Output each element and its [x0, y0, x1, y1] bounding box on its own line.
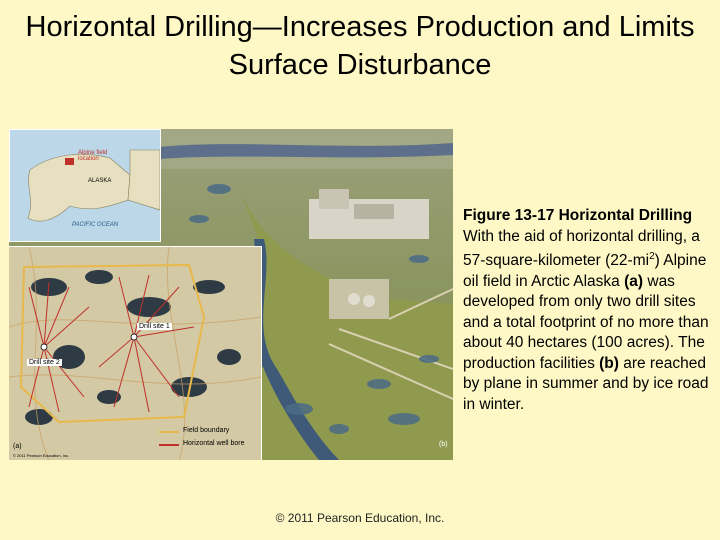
- alpine-field-map: Drill site 2 Drill site 1 Field boundary…: [9, 246, 262, 460]
- legend-field-boundary: Field boundary: [183, 427, 230, 434]
- caption-ref-b: (b): [599, 354, 619, 372]
- figure-13-17: Alpine field location ALASKA PACIFIC OCE…: [9, 129, 453, 460]
- caption-title: Figure 13-17 Horizontal Drilling: [463, 207, 693, 224]
- locator-map-inset: Alpine field location ALASKA PACIFIC OCE…: [9, 129, 161, 242]
- drill-site-1-label: Drill site 1: [137, 323, 172, 330]
- drill-site-2-label: Drill site 2: [27, 359, 62, 366]
- panel-b-label: (b): [439, 441, 448, 448]
- legend-horizontal-well-bore: Horizontal well bore: [183, 440, 245, 447]
- copyright-notice: © 2011 Pearson Education, Inc.: [275, 511, 445, 525]
- alaska-label: ALASKA: [88, 178, 112, 184]
- alpine-field-location-label: Alpine field location: [78, 150, 108, 162]
- slide-title: Horizontal Drilling—Increases Production…: [25, 11, 695, 81]
- map-credit: © 2011 Pearson Education, Inc.: [13, 453, 70, 458]
- panel-a-label: (a): [13, 443, 22, 450]
- figure-caption: Figure 13-17 Horizontal Drilling With the…: [463, 206, 715, 415]
- pacific-ocean-label: PACIFIC OCEAN: [72, 222, 119, 228]
- caption-ref-a: (a): [624, 272, 644, 290]
